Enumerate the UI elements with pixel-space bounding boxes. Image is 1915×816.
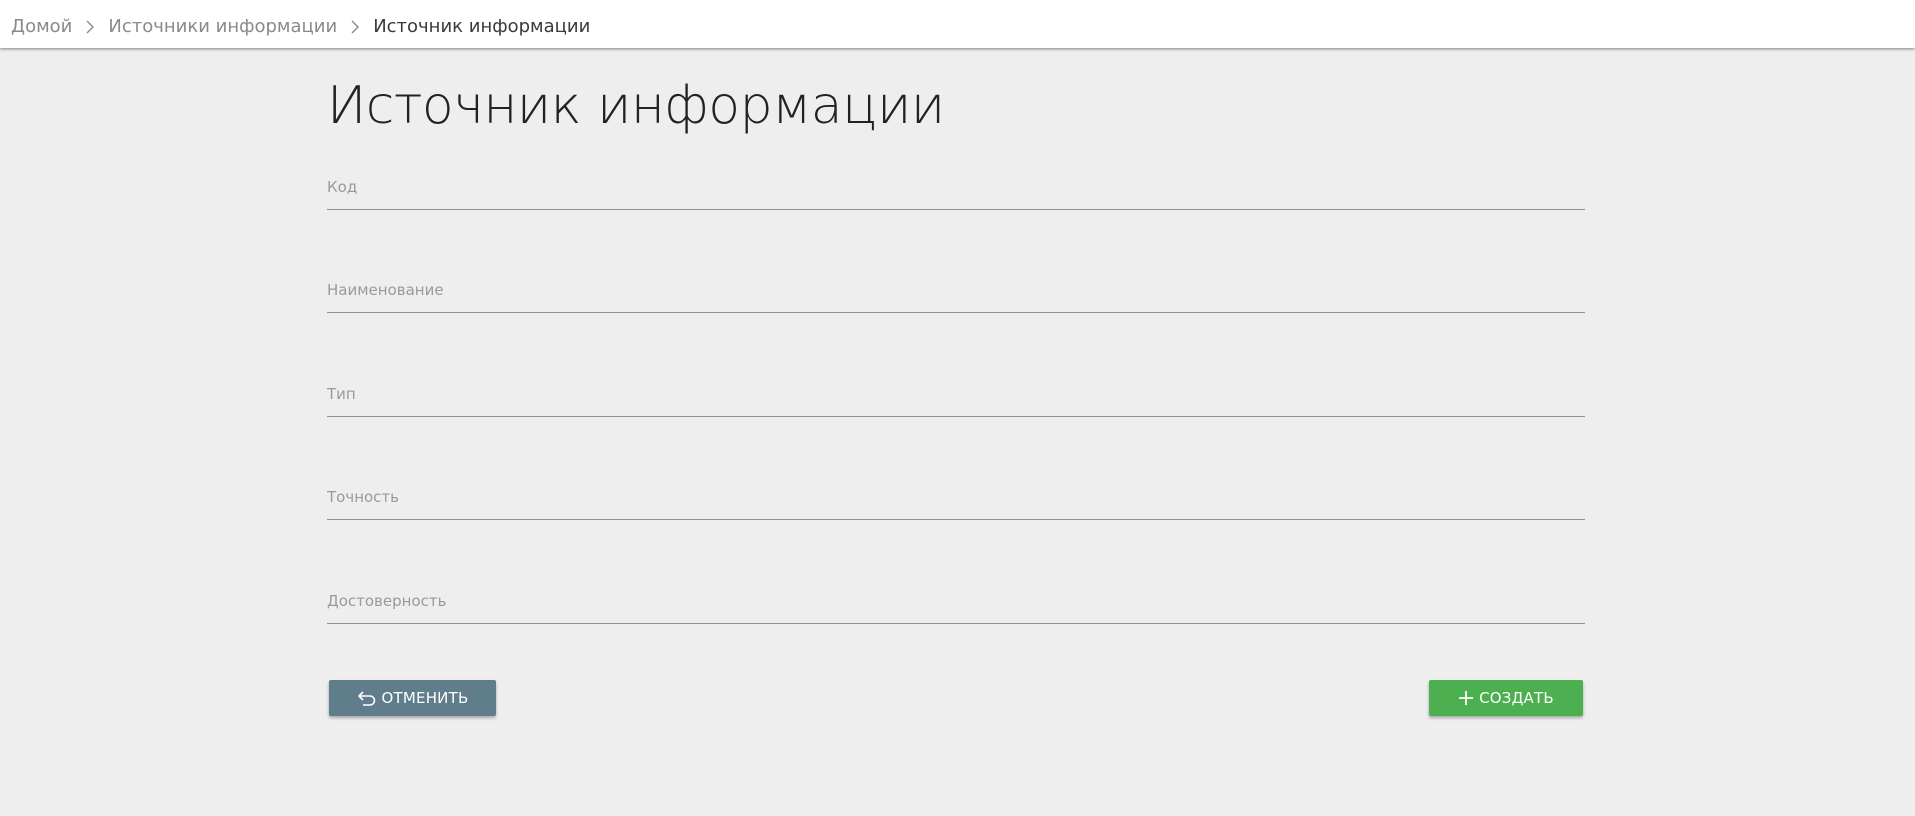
type-input[interactable]: [327, 377, 1585, 417]
reliability-field: [327, 584, 1585, 624]
breadcrumb-current: Источник информации: [373, 16, 591, 37]
create-button-label: СОЗДАТЬ: [1479, 689, 1554, 707]
name-field: [327, 273, 1585, 313]
precision-field: [327, 480, 1585, 520]
precision-input[interactable]: [327, 480, 1585, 520]
type-field: [327, 377, 1585, 417]
cancel-button[interactable]: ОТМЕНИТЬ: [329, 680, 496, 716]
cancel-button-label: ОТМЕНИТЬ: [381, 689, 469, 707]
chevron-right-icon: [337, 15, 373, 39]
code-input[interactable]: [327, 170, 1585, 210]
breadcrumb-parent[interactable]: Источники информации: [108, 15, 337, 39]
chevron-right-icon: [72, 15, 108, 39]
name-input[interactable]: [327, 273, 1585, 313]
create-button[interactable]: СОЗДАТЬ: [1429, 680, 1583, 716]
undo-arrow-icon: [357, 689, 377, 707]
page-title: Источник информации: [327, 76, 945, 136]
reliability-input[interactable]: [327, 584, 1585, 624]
breadcrumb: Домой Источники информации Источник инфо…: [11, 15, 590, 39]
breadcrumb-home[interactable]: Домой: [11, 15, 72, 39]
top-bar: Домой Источники информации Источник инфо…: [0, 0, 1915, 48]
code-field: [327, 170, 1585, 210]
plus-icon: [1458, 690, 1474, 706]
